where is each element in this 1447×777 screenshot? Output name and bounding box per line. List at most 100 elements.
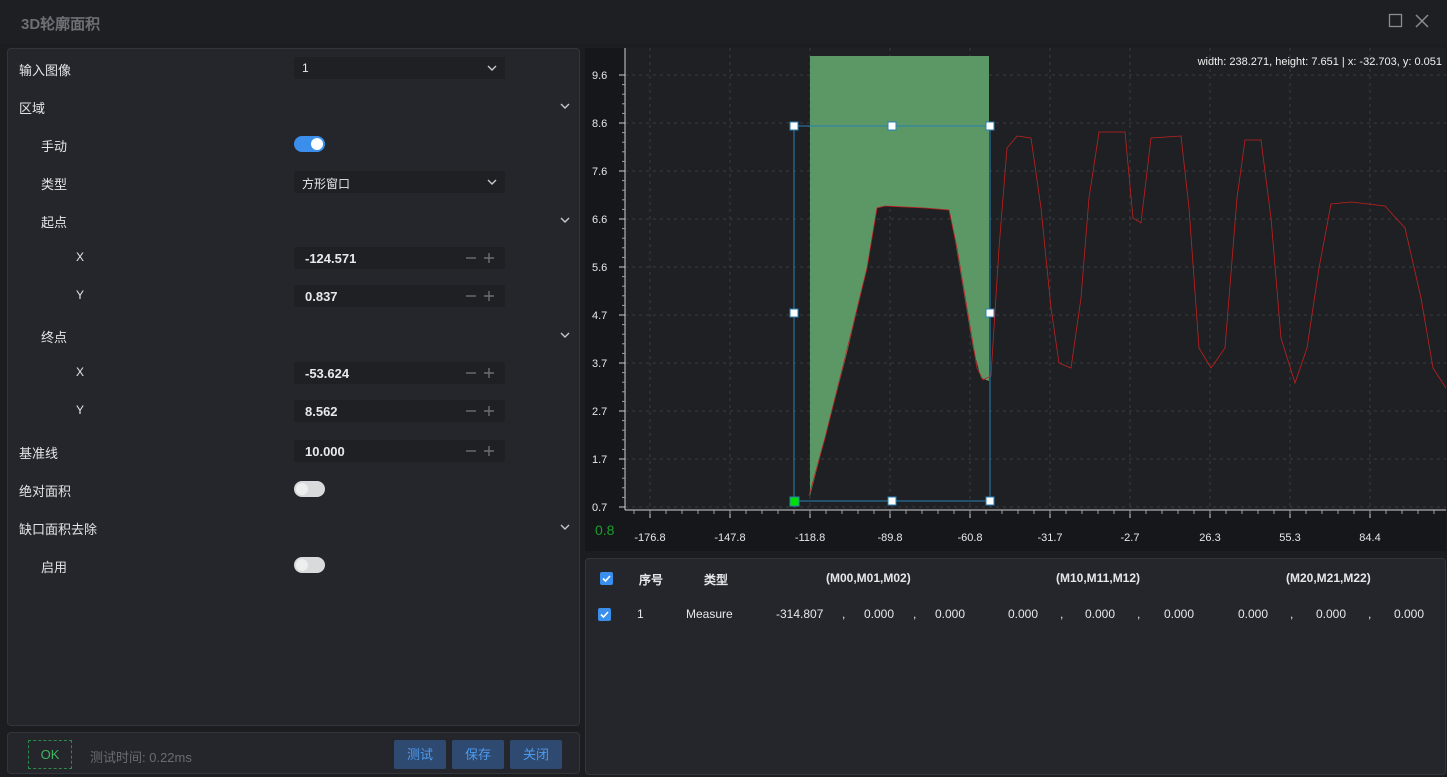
type-label: 类型 (41, 177, 68, 192)
header-m0: (M00,M01,M02) (826, 571, 911, 585)
notch-removal-section[interactable]: 缺口面积去除 (8, 508, 579, 546)
y-tick-label: 2.7 (592, 406, 607, 418)
cell-m22: 0.000 (1394, 607, 1425, 621)
start-y-label: Y (76, 288, 85, 302)
notch-removal-label: 缺口面积去除 (19, 522, 98, 537)
enable-toggle[interactable] (294, 557, 325, 573)
roi-handle[interactable] (789, 308, 799, 318)
x-tick-label: -31.7 (1037, 532, 1062, 544)
plus-icon[interactable] (482, 366, 496, 380)
parameter-panel: 输入图像 1 区域 手动 类型 方形窗口 起点 X -124.571 Y 0.8… (7, 48, 580, 726)
chevron-down-icon[interactable] (558, 520, 572, 534)
chevron-down-icon (487, 65, 497, 71)
end-x-value: -53.624 (305, 366, 350, 381)
y-tick-label: 3.7 (592, 358, 607, 370)
select-all-checkbox[interactable] (600, 572, 613, 585)
roi-handle[interactable] (985, 496, 995, 506)
end-x-input[interactable]: -53.624 (294, 362, 505, 384)
plus-icon[interactable] (482, 444, 496, 458)
start-section[interactable]: 起点 (8, 201, 579, 239)
cell-m02: 0.000 (935, 607, 966, 621)
minus-icon[interactable] (464, 404, 478, 418)
minus-icon[interactable] (464, 444, 478, 458)
absolute-area-row: 绝对面积 (8, 470, 579, 508)
manual-label: 手动 (41, 139, 68, 154)
x-tick-label: -2.7 (1121, 532, 1140, 544)
y-tick-label: 1.7 (592, 454, 607, 466)
x-tick-label: 26.3 (1199, 532, 1220, 544)
x-tick-label: -147.8 (714, 532, 745, 544)
chevron-down-icon[interactable] (558, 328, 572, 342)
header-m1: (M10,M11,M12) (1056, 571, 1141, 585)
x-tick-label: -60.8 (957, 532, 982, 544)
cell-m12: 0.000 (1164, 607, 1195, 621)
selection-info: width: 238.271, height: 7.651 | x: -32.7… (1197, 56, 1442, 68)
baseline-label: 基准线 (19, 446, 59, 461)
status-badge: OK (28, 740, 72, 769)
title-bar: 3D轮廓面积 (0, 0, 1447, 44)
y-tick-label: 5.6 (592, 262, 607, 274)
roi-handle[interactable] (887, 121, 897, 131)
chevron-down-icon[interactable] (558, 213, 572, 227)
type-value: 方形窗口 (302, 177, 351, 191)
end-y-value: 8.562 (305, 404, 338, 419)
end-section[interactable]: 终点 (8, 316, 579, 354)
roi-handle[interactable] (887, 496, 897, 506)
x-tick-label: -89.8 (877, 532, 902, 544)
x-tick-label: 84.4 (1359, 532, 1380, 544)
result-table: 序号 类型 (M00,M01,M02) (M10,M11,M12) (M20,M… (585, 558, 1446, 775)
y-tick-label: 8.6 (592, 118, 607, 130)
plus-icon[interactable] (482, 251, 496, 265)
cell-type: Measure (686, 607, 733, 621)
profile-plot-canvas[interactable]: 9.6 8.6 7.6 6.6 5.6 4.7 3.7 2.7 1.7 0.7 -176.8 -14… (585, 48, 1446, 551)
cell-index: 1 (637, 607, 644, 621)
roi-handle[interactable] (789, 121, 799, 131)
input-image-value: 1 (302, 61, 309, 75)
minus-icon[interactable] (464, 251, 478, 265)
close-button[interactable]: 关闭 (510, 740, 562, 769)
header-type: 类型 (704, 573, 729, 587)
roi-handle[interactable] (985, 121, 995, 131)
start-x-label: X (76, 250, 85, 264)
start-y-input[interactable]: 0.837 (294, 285, 505, 307)
baseline-input[interactable]: 10.000 (294, 440, 505, 462)
end-y-input[interactable]: 8.562 (294, 400, 505, 422)
save-button[interactable]: 保存 (452, 740, 504, 769)
chevron-down-icon (487, 179, 497, 185)
header-m2: (M20,M21,M22) (1286, 571, 1371, 585)
type-row: 类型 方形窗口 (8, 163, 579, 201)
type-select[interactable]: 方形窗口 (294, 171, 505, 193)
maximize-icon[interactable] (1387, 12, 1405, 30)
manual-toggle[interactable] (294, 136, 325, 152)
minus-icon[interactable] (464, 289, 478, 303)
region-section[interactable]: 区域 (8, 87, 579, 125)
plus-icon[interactable] (482, 404, 496, 418)
roi-handle[interactable] (985, 308, 995, 318)
start-x-value: -124.571 (305, 251, 357, 266)
x-tick-label: 55.3 (1279, 532, 1300, 544)
y-tick-label: 6.6 (592, 214, 607, 226)
absolute-area-toggle[interactable] (294, 481, 325, 497)
cell-sep: , (1060, 607, 1064, 621)
roi-start-handle[interactable] (789, 496, 800, 507)
input-image-label: 输入图像 (19, 63, 72, 78)
profile-plot[interactable]: 9.6 8.6 7.6 6.6 5.6 4.7 3.7 2.7 1.7 0.7 -176.8 -14… (585, 48, 1446, 551)
minus-icon[interactable] (464, 366, 478, 380)
toggle-knob (311, 138, 323, 150)
chevron-down-icon[interactable] (558, 99, 572, 113)
dialog-window: 3D轮廓面积 输入图像 1 区域 手动 类型 方形窗口 起点 X -124.57… (0, 0, 1447, 777)
test-button[interactable]: 测试 (394, 740, 446, 769)
start-label: 起点 (41, 215, 68, 230)
cell-sep: , (1137, 607, 1141, 621)
plus-icon[interactable] (482, 289, 496, 303)
region-label: 区域 (19, 101, 46, 116)
input-image-select[interactable]: 1 (294, 57, 505, 79)
start-x-row: X -124.571 (8, 239, 579, 277)
cell-sep: , (842, 607, 846, 621)
cell-m11: 0.000 (1085, 607, 1116, 621)
row-checkbox[interactable] (598, 608, 611, 621)
start-x-input[interactable]: -124.571 (294, 247, 505, 269)
close-icon[interactable] (1413, 12, 1431, 30)
end-x-row: X -53.624 (8, 354, 579, 392)
cell-m00: -314.807 (776, 607, 824, 621)
